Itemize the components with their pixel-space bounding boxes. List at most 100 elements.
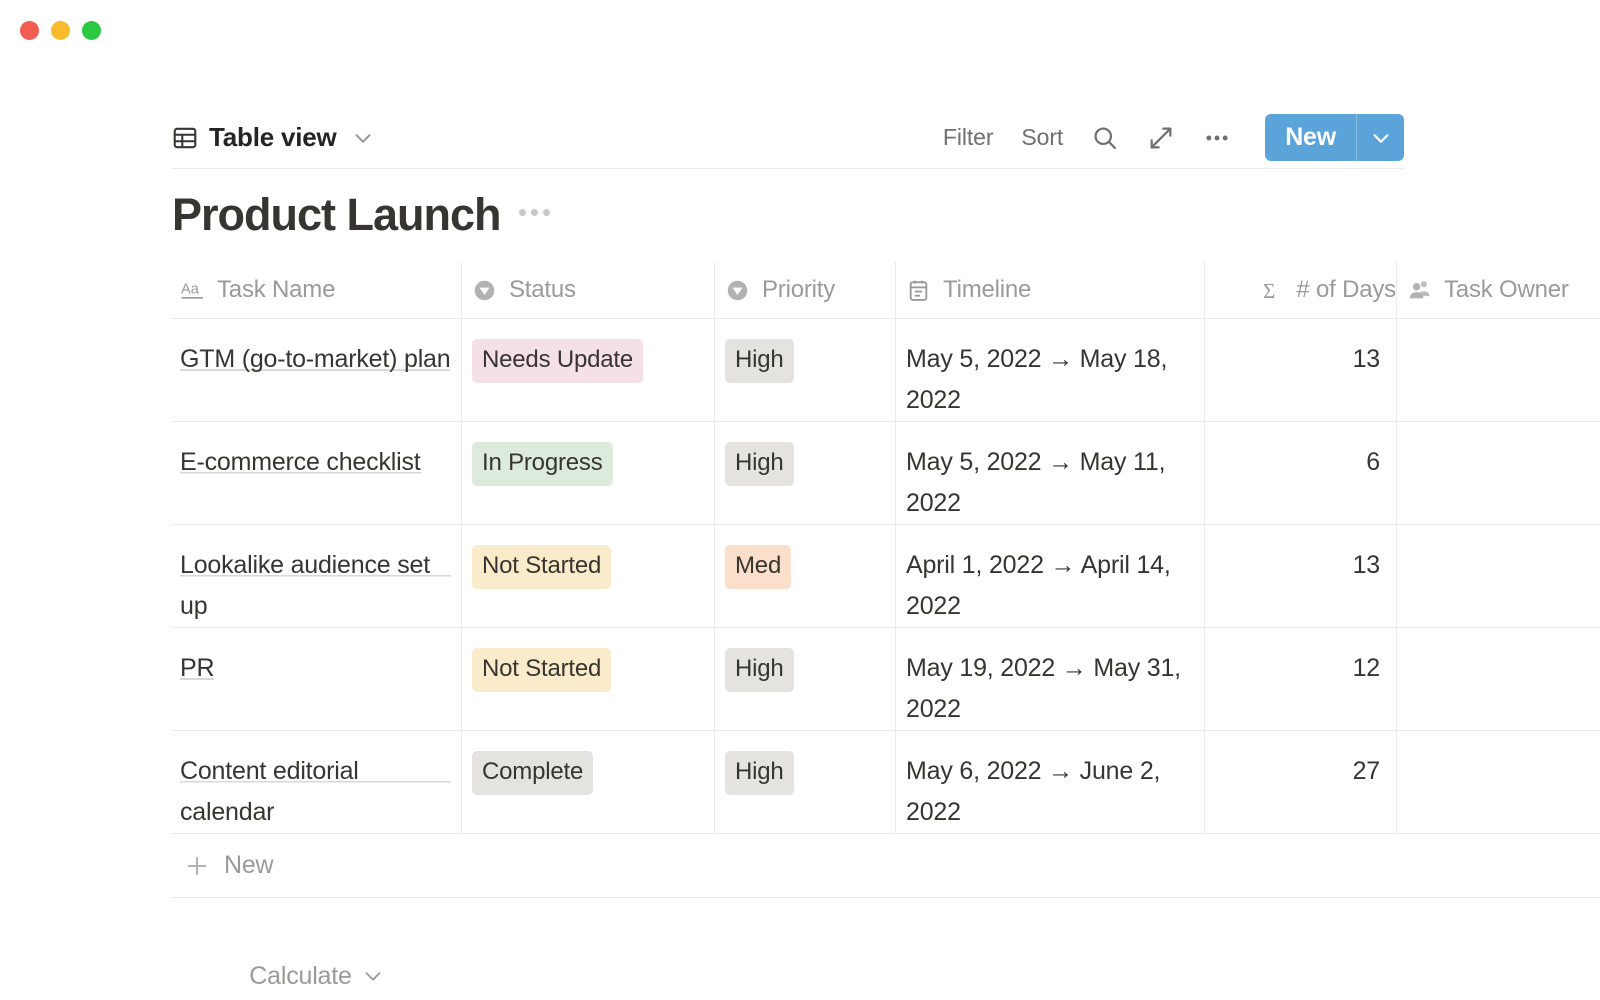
- priority-badge: High: [725, 648, 794, 692]
- calculate-button[interactable]: Calculate: [172, 952, 461, 1000]
- cell-priority[interactable]: High: [714, 319, 895, 421]
- column-header-status[interactable]: Status: [461, 262, 714, 318]
- task-name-link[interactable]: GTM (go-to-market) plan: [180, 339, 450, 380]
- priority-badge: High: [725, 442, 794, 486]
- table-row[interactable]: Lookalike audience set up Not Started Med A…: [172, 525, 1600, 628]
- timeline-value: May 5, 2022 → May 11, 2022: [906, 442, 1194, 523]
- cell-timeline[interactable]: May 5, 2022 → May 18, 2022: [895, 319, 1204, 421]
- cell-days[interactable]: 27: [1204, 731, 1396, 833]
- app-body: Table view Filter Sort: [0, 62, 1600, 1000]
- cell-status[interactable]: Not Started: [461, 525, 714, 627]
- cell-task-owner[interactable]: [1396, 525, 1600, 627]
- days-value: 6: [1366, 442, 1386, 482]
- cell-priority[interactable]: Med: [714, 525, 895, 627]
- table-header-row: Aa Task Name Status: [172, 262, 1600, 319]
- plus-icon: [184, 853, 210, 879]
- page-more-icon[interactable]: [519, 209, 550, 220]
- task-name-link[interactable]: PR: [180, 648, 214, 689]
- status-badge: Complete: [472, 751, 593, 795]
- cell-timeline[interactable]: May 19, 2022 → May 31, 2022: [895, 628, 1204, 730]
- column-header-label: Status: [509, 276, 576, 304]
- cell-task-name[interactable]: E-commerce checklist: [172, 422, 461, 524]
- table-body: GTM (go-to-market) plan Needs Update High M…: [172, 319, 1600, 834]
- column-header-label: Task Owner: [1444, 276, 1569, 304]
- priority-badge: Med: [725, 545, 791, 589]
- select-type-icon: [725, 278, 750, 303]
- status-badge: Not Started: [472, 648, 611, 692]
- sort-button[interactable]: Sort: [1007, 124, 1077, 151]
- more-horizontal-icon[interactable]: [1189, 124, 1245, 152]
- table-header: Aa Task Name Status: [172, 262, 1600, 319]
- view-tab-label: Table view: [209, 122, 337, 153]
- formula-sigma-icon: Σ: [1259, 278, 1284, 303]
- page-title[interactable]: Product Launch: [172, 192, 501, 237]
- calculate-label: Calculate: [249, 962, 351, 991]
- chevron-down-icon: [362, 965, 384, 987]
- cell-timeline[interactable]: May 5, 2022 → May 11, 2022: [895, 422, 1204, 524]
- close-window-button[interactable]: [20, 21, 39, 40]
- text-type-icon: Aa: [180, 278, 205, 303]
- cell-task-owner[interactable]: [1396, 731, 1600, 833]
- cell-task-name[interactable]: Lookalike audience set up: [172, 525, 461, 627]
- new-button-dropdown[interactable]: [1357, 114, 1404, 161]
- window-titlebar: [0, 0, 1600, 62]
- cell-task-name[interactable]: GTM (go-to-market) plan: [172, 319, 461, 421]
- cell-task-owner[interactable]: [1396, 422, 1600, 524]
- new-button-group: New: [1265, 114, 1404, 161]
- add-new-row-button[interactable]: New: [172, 834, 1600, 898]
- task-name-link[interactable]: Lookalike audience set up: [180, 545, 451, 626]
- cell-days[interactable]: 6: [1204, 422, 1396, 524]
- filter-button[interactable]: Filter: [929, 124, 1008, 151]
- column-header-task-name[interactable]: Aa Task Name: [172, 262, 461, 318]
- days-value: 13: [1353, 339, 1386, 379]
- maximize-window-button[interactable]: [82, 21, 101, 40]
- cell-status[interactable]: Not Started: [461, 628, 714, 730]
- tab-table-view[interactable]: Table view: [172, 122, 374, 153]
- select-type-icon: [472, 278, 497, 303]
- new-button[interactable]: New: [1265, 114, 1356, 161]
- add-new-row-label: New: [224, 851, 273, 880]
- column-header-task-owner[interactable]: Task Owner: [1396, 262, 1600, 318]
- cell-priority[interactable]: High: [714, 422, 895, 524]
- svg-text:Aa: Aa: [181, 281, 200, 297]
- cell-days[interactable]: 13: [1204, 319, 1396, 421]
- chevron-down-icon[interactable]: [352, 127, 374, 149]
- cell-priority[interactable]: High: [714, 628, 895, 730]
- cell-timeline[interactable]: April 1, 2022 → April 14, 2022: [895, 525, 1204, 627]
- column-header-priority[interactable]: Priority: [714, 262, 895, 318]
- task-name-link[interactable]: Content editorial calendar: [180, 751, 451, 832]
- task-name-link[interactable]: E-commerce checklist: [180, 442, 421, 483]
- table-row[interactable]: Content editorial calendar Complete High Ma…: [172, 731, 1600, 834]
- calendar-type-icon: [906, 278, 931, 303]
- search-icon[interactable]: [1077, 124, 1133, 152]
- timeline-value: May 6, 2022 → June 2, 2022: [906, 751, 1194, 832]
- table-row[interactable]: PR Not Started High May 19, 2022 → May 31, …: [172, 628, 1600, 731]
- cell-status[interactable]: Needs Update: [461, 319, 714, 421]
- expand-icon[interactable]: [1133, 124, 1189, 152]
- table-row[interactable]: GTM (go-to-market) plan Needs Update High M…: [172, 319, 1600, 422]
- priority-badge: High: [725, 339, 794, 383]
- cell-priority[interactable]: High: [714, 731, 895, 833]
- column-header-label: Timeline: [943, 276, 1031, 304]
- view-toolbar: Table view Filter Sort: [172, 107, 1404, 169]
- status-badge: In Progress: [472, 442, 613, 486]
- priority-badge: High: [725, 751, 794, 795]
- cell-task-owner[interactable]: [1396, 628, 1600, 730]
- timeline-value: May 5, 2022 → May 18, 2022: [906, 339, 1194, 420]
- cell-task-name[interactable]: Content editorial calendar: [172, 731, 461, 833]
- column-header-timeline[interactable]: Timeline: [895, 262, 1204, 318]
- cell-task-owner[interactable]: [1396, 319, 1600, 421]
- cell-status[interactable]: Complete: [461, 731, 714, 833]
- status-badge: Not Started: [472, 545, 611, 589]
- status-badge: Needs Update: [472, 339, 643, 383]
- table-row[interactable]: E-commerce checklist In Progress High May 5…: [172, 422, 1600, 525]
- page-title-row: Product Launch: [172, 192, 550, 237]
- column-header-label: # of Days: [1296, 276, 1396, 304]
- cell-days[interactable]: 12: [1204, 628, 1396, 730]
- cell-task-name[interactable]: PR: [172, 628, 461, 730]
- cell-timeline[interactable]: May 6, 2022 → June 2, 2022: [895, 731, 1204, 833]
- minimize-window-button[interactable]: [51, 21, 70, 40]
- column-header-days[interactable]: Σ # of Days: [1204, 262, 1396, 318]
- cell-days[interactable]: 13: [1204, 525, 1396, 627]
- cell-status[interactable]: In Progress: [461, 422, 714, 524]
